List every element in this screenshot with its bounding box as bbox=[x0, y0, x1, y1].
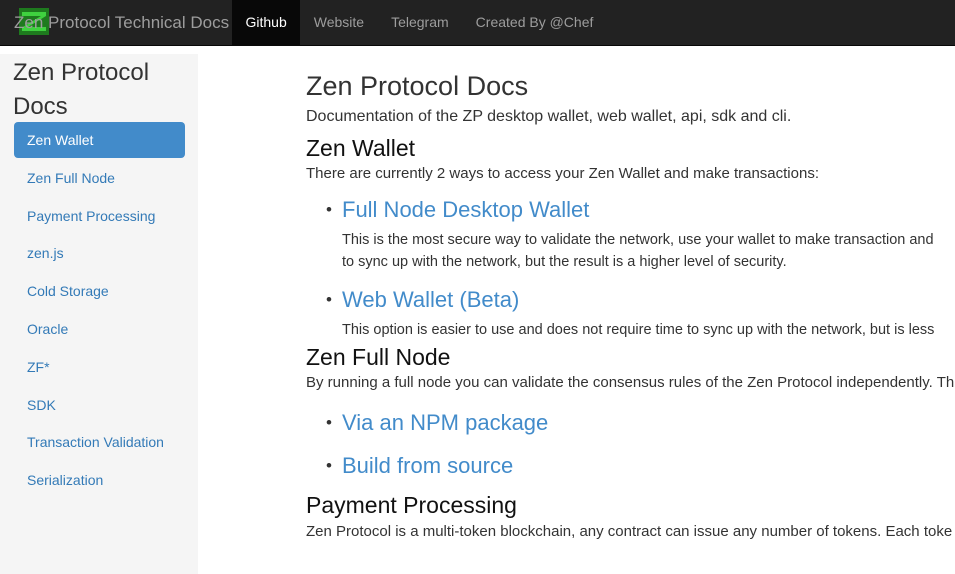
sidebar-item-oracle[interactable]: Oracle bbox=[14, 311, 185, 347]
list-item: Web Wallet (Beta) This option is easier … bbox=[324, 286, 955, 341]
sidebar-item-payment-processing[interactable]: Payment Processing bbox=[14, 198, 185, 234]
web-wallet-desc: This option is easier to use and does no… bbox=[342, 322, 935, 338]
heading-zen-full-node: Zen Full Node bbox=[306, 344, 451, 370]
nav-link-created-by[interactable]: Created By @Chef bbox=[462, 0, 607, 45]
page-intro: Documentation of the ZP desktop wallet, … bbox=[306, 108, 792, 125]
sidebar-item: Serialization bbox=[14, 462, 185, 498]
sidebar-item: Payment Processing bbox=[14, 198, 185, 234]
full-node-wallet-desc-line2: to sync up with the network, but the res… bbox=[342, 254, 787, 270]
sidebar-item: Cold Storage bbox=[14, 273, 185, 309]
sidebar-item-zf[interactable]: ZF* bbox=[14, 349, 185, 385]
nav-link-github[interactable]: Github bbox=[232, 0, 301, 45]
heading-payment-processing: Payment Processing bbox=[306, 492, 517, 518]
top-navbar: Zen Protocol Technical Docs Github Websi… bbox=[0, 0, 955, 46]
sidebar-item-zen-js[interactable]: zen.js bbox=[14, 235, 185, 271]
link-full-node-desktop-wallet[interactable]: Full Node Desktop Wallet bbox=[342, 197, 589, 222]
nav-link-telegram[interactable]: Telegram bbox=[378, 0, 463, 45]
sidebar-nav: Zen Wallet Zen Full Node Payment Process… bbox=[14, 122, 185, 500]
payment-processing-text: Zen Protocol is a multi-token blockchain… bbox=[306, 523, 953, 540]
heading-zen-wallet: Zen Wallet bbox=[306, 135, 416, 161]
full-node-wallet-desc-line1: This is the most secure way to validate … bbox=[342, 232, 934, 248]
sidebar: Zen Protocol Docs Zen Wallet Zen Full No… bbox=[0, 54, 198, 574]
brand[interactable]: Zen Protocol Technical Docs bbox=[12, 0, 229, 45]
main-content: Zen Protocol Docs Documentation of the Z… bbox=[306, 70, 955, 543]
top-nav: Github Website Telegram Created By @Chef bbox=[232, 0, 607, 45]
nav-link-website[interactable]: Website bbox=[300, 0, 377, 45]
sidebar-item: Zen Wallet bbox=[14, 122, 185, 158]
full-node-links-list: Via an NPM package Build from source bbox=[324, 409, 955, 480]
zen-wallet-text: There are currently 2 ways to access you… bbox=[306, 165, 819, 182]
sidebar-item-sdk[interactable]: SDK bbox=[14, 387, 185, 423]
sidebar-item-zen-wallet[interactable]: Zen Wallet bbox=[14, 122, 185, 158]
sidebar-item: Oracle bbox=[14, 311, 185, 347]
sidebar-item-serialization[interactable]: Serialization bbox=[14, 462, 185, 498]
list-item: Via an NPM package bbox=[324, 409, 955, 437]
sidebar-item: Zen Full Node bbox=[14, 160, 185, 196]
sidebar-item: SDK bbox=[14, 387, 185, 423]
sidebar-item-transaction-validation[interactable]: Transaction Validation bbox=[14, 424, 185, 460]
wallet-options-list: Full Node Desktop Wallet This is the mos… bbox=[324, 196, 955, 341]
sidebar-item: Transaction Validation bbox=[14, 424, 185, 460]
sidebar-title: Zen Protocol Docs bbox=[13, 59, 150, 120]
sidebar-item: zen.js bbox=[14, 235, 185, 271]
page-title: Zen Protocol Docs bbox=[306, 71, 529, 101]
zen-full-node-text: By running a full node you can validate … bbox=[306, 374, 955, 391]
link-build-from-source[interactable]: Build from source bbox=[342, 453, 513, 478]
sidebar-item: ZF* bbox=[14, 349, 185, 385]
link-via-npm-package[interactable]: Via an NPM package bbox=[342, 410, 548, 435]
sidebar-item-cold-storage[interactable]: Cold Storage bbox=[14, 273, 185, 309]
brand-title: Zen Protocol Technical Docs bbox=[14, 12, 230, 32]
list-item: Build from source bbox=[324, 452, 955, 480]
sidebar-item-zen-full-node[interactable]: Zen Full Node bbox=[14, 160, 185, 196]
list-item: Full Node Desktop Wallet This is the mos… bbox=[324, 196, 955, 273]
link-web-wallet-beta[interactable]: Web Wallet (Beta) bbox=[342, 287, 519, 312]
